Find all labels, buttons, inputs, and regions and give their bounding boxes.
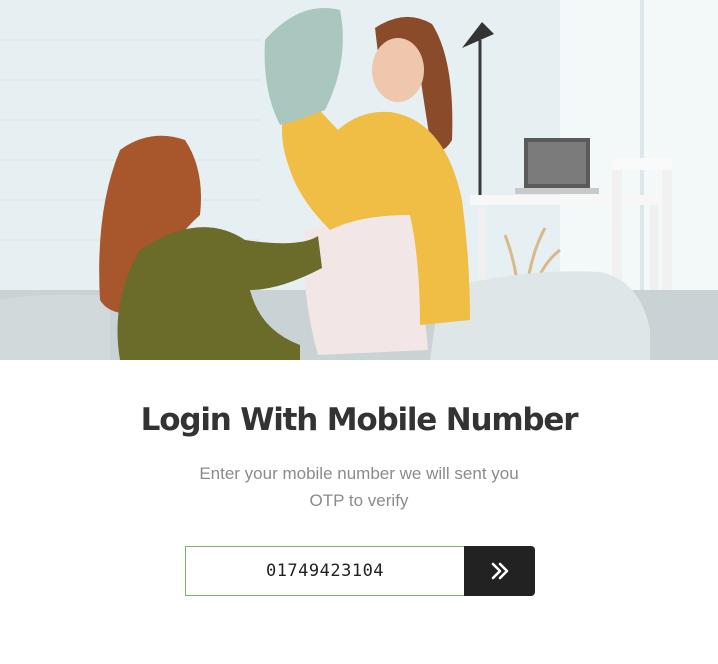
mobile-number-form [185, 546, 535, 596]
double-chevron-right-icon [491, 562, 508, 580]
hero-image [0, 0, 718, 360]
page-title: Login With Mobile Number [140, 402, 579, 438]
login-panel: Login With Mobile Number Enter your mobi… [0, 360, 718, 664]
instruction-text: Enter your mobile number we will sent yo… [199, 464, 519, 510]
mobile-number-input[interactable] [185, 546, 464, 596]
hero-illustration [0, 0, 718, 360]
submit-button[interactable] [464, 546, 535, 596]
